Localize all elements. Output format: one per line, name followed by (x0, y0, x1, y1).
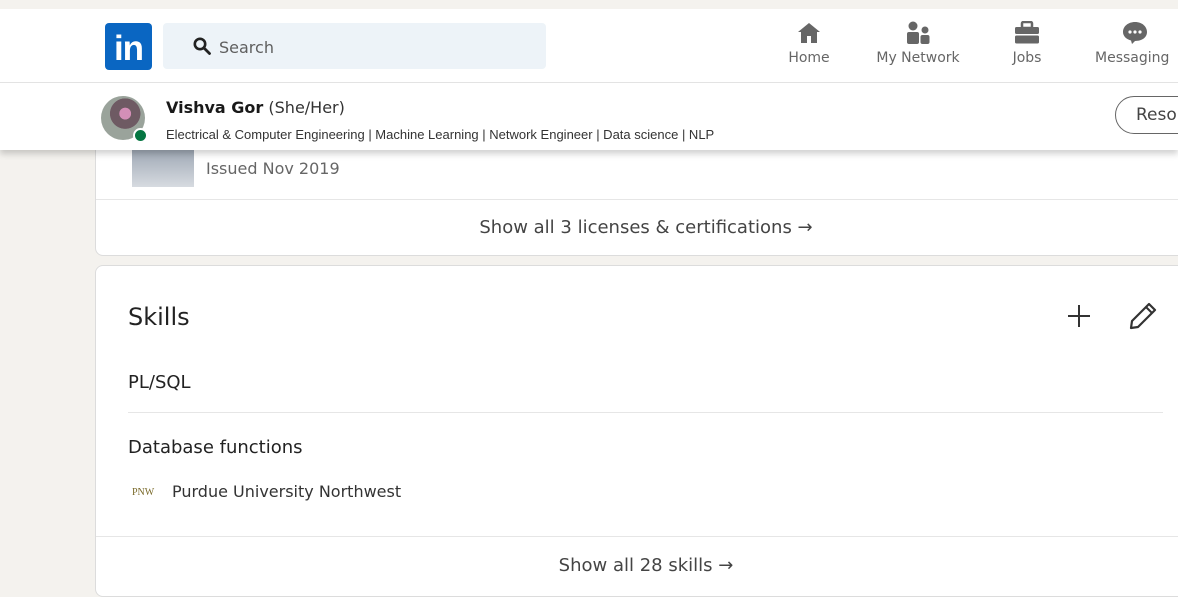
nav-home-label: Home (788, 50, 830, 66)
nav-home[interactable]: Home (786, 21, 832, 77)
profile-name-text: Vishva Gor (166, 98, 264, 117)
certification-logo (132, 145, 194, 187)
search-icon (193, 37, 211, 55)
nav-jobs-label: Jobs (1012, 50, 1042, 66)
skills-card: Skills PL/SQL Database functions PNW Pur… (95, 265, 1178, 597)
skill-item-plsql[interactable]: PL/SQL (128, 372, 191, 393)
certification-issued-date: Issued Nov 2019 (206, 159, 340, 178)
skill-item-database-functions[interactable]: Database functions (128, 437, 303, 458)
home-icon (798, 23, 820, 43)
nav-my-network-label: My Network (876, 50, 960, 66)
global-nav: in Home My Network Jobs (0, 9, 1178, 83)
profile-pronouns: (She/Her) (268, 98, 345, 117)
add-skill-plus-icon[interactable] (1063, 300, 1095, 332)
profile-name: Vishva Gor (She/Her) (166, 98, 345, 117)
briefcase-icon (1015, 21, 1039, 44)
edit-skills-pencil-icon[interactable] (1127, 300, 1159, 332)
nav-jobs[interactable]: Jobs (1005, 21, 1049, 77)
profile-headline: Electrical & Computer Engineering | Mach… (166, 127, 715, 142)
search-input[interactable] (217, 31, 531, 63)
skills-title: Skills (128, 303, 190, 331)
nav-my-network[interactable]: My Network (870, 21, 966, 77)
messaging-icon (1123, 22, 1147, 44)
skill-endorsement-institution: Purdue University Northwest (172, 482, 402, 501)
pnw-logo: PNW (132, 487, 155, 498)
resources-button[interactable]: Resources (1115, 96, 1178, 134)
my-network-icon (907, 21, 930, 44)
nav-messaging-label: Messaging (1095, 50, 1170, 66)
online-status-indicator (133, 128, 148, 143)
show-all-skills-link[interactable]: Show all 28 skills → (96, 536, 1178, 592)
linkedin-logo[interactable]: in (105, 23, 152, 70)
nav-messaging[interactable]: Messaging (1095, 21, 1175, 77)
search-box[interactable] (163, 23, 546, 69)
show-all-licenses-link[interactable]: Show all 3 licenses & certifications → (96, 199, 1178, 255)
skill-divider (128, 412, 1163, 413)
sticky-profile-bar: Vishva Gor (She/Her) Electrical & Comput… (0, 83, 1178, 150)
